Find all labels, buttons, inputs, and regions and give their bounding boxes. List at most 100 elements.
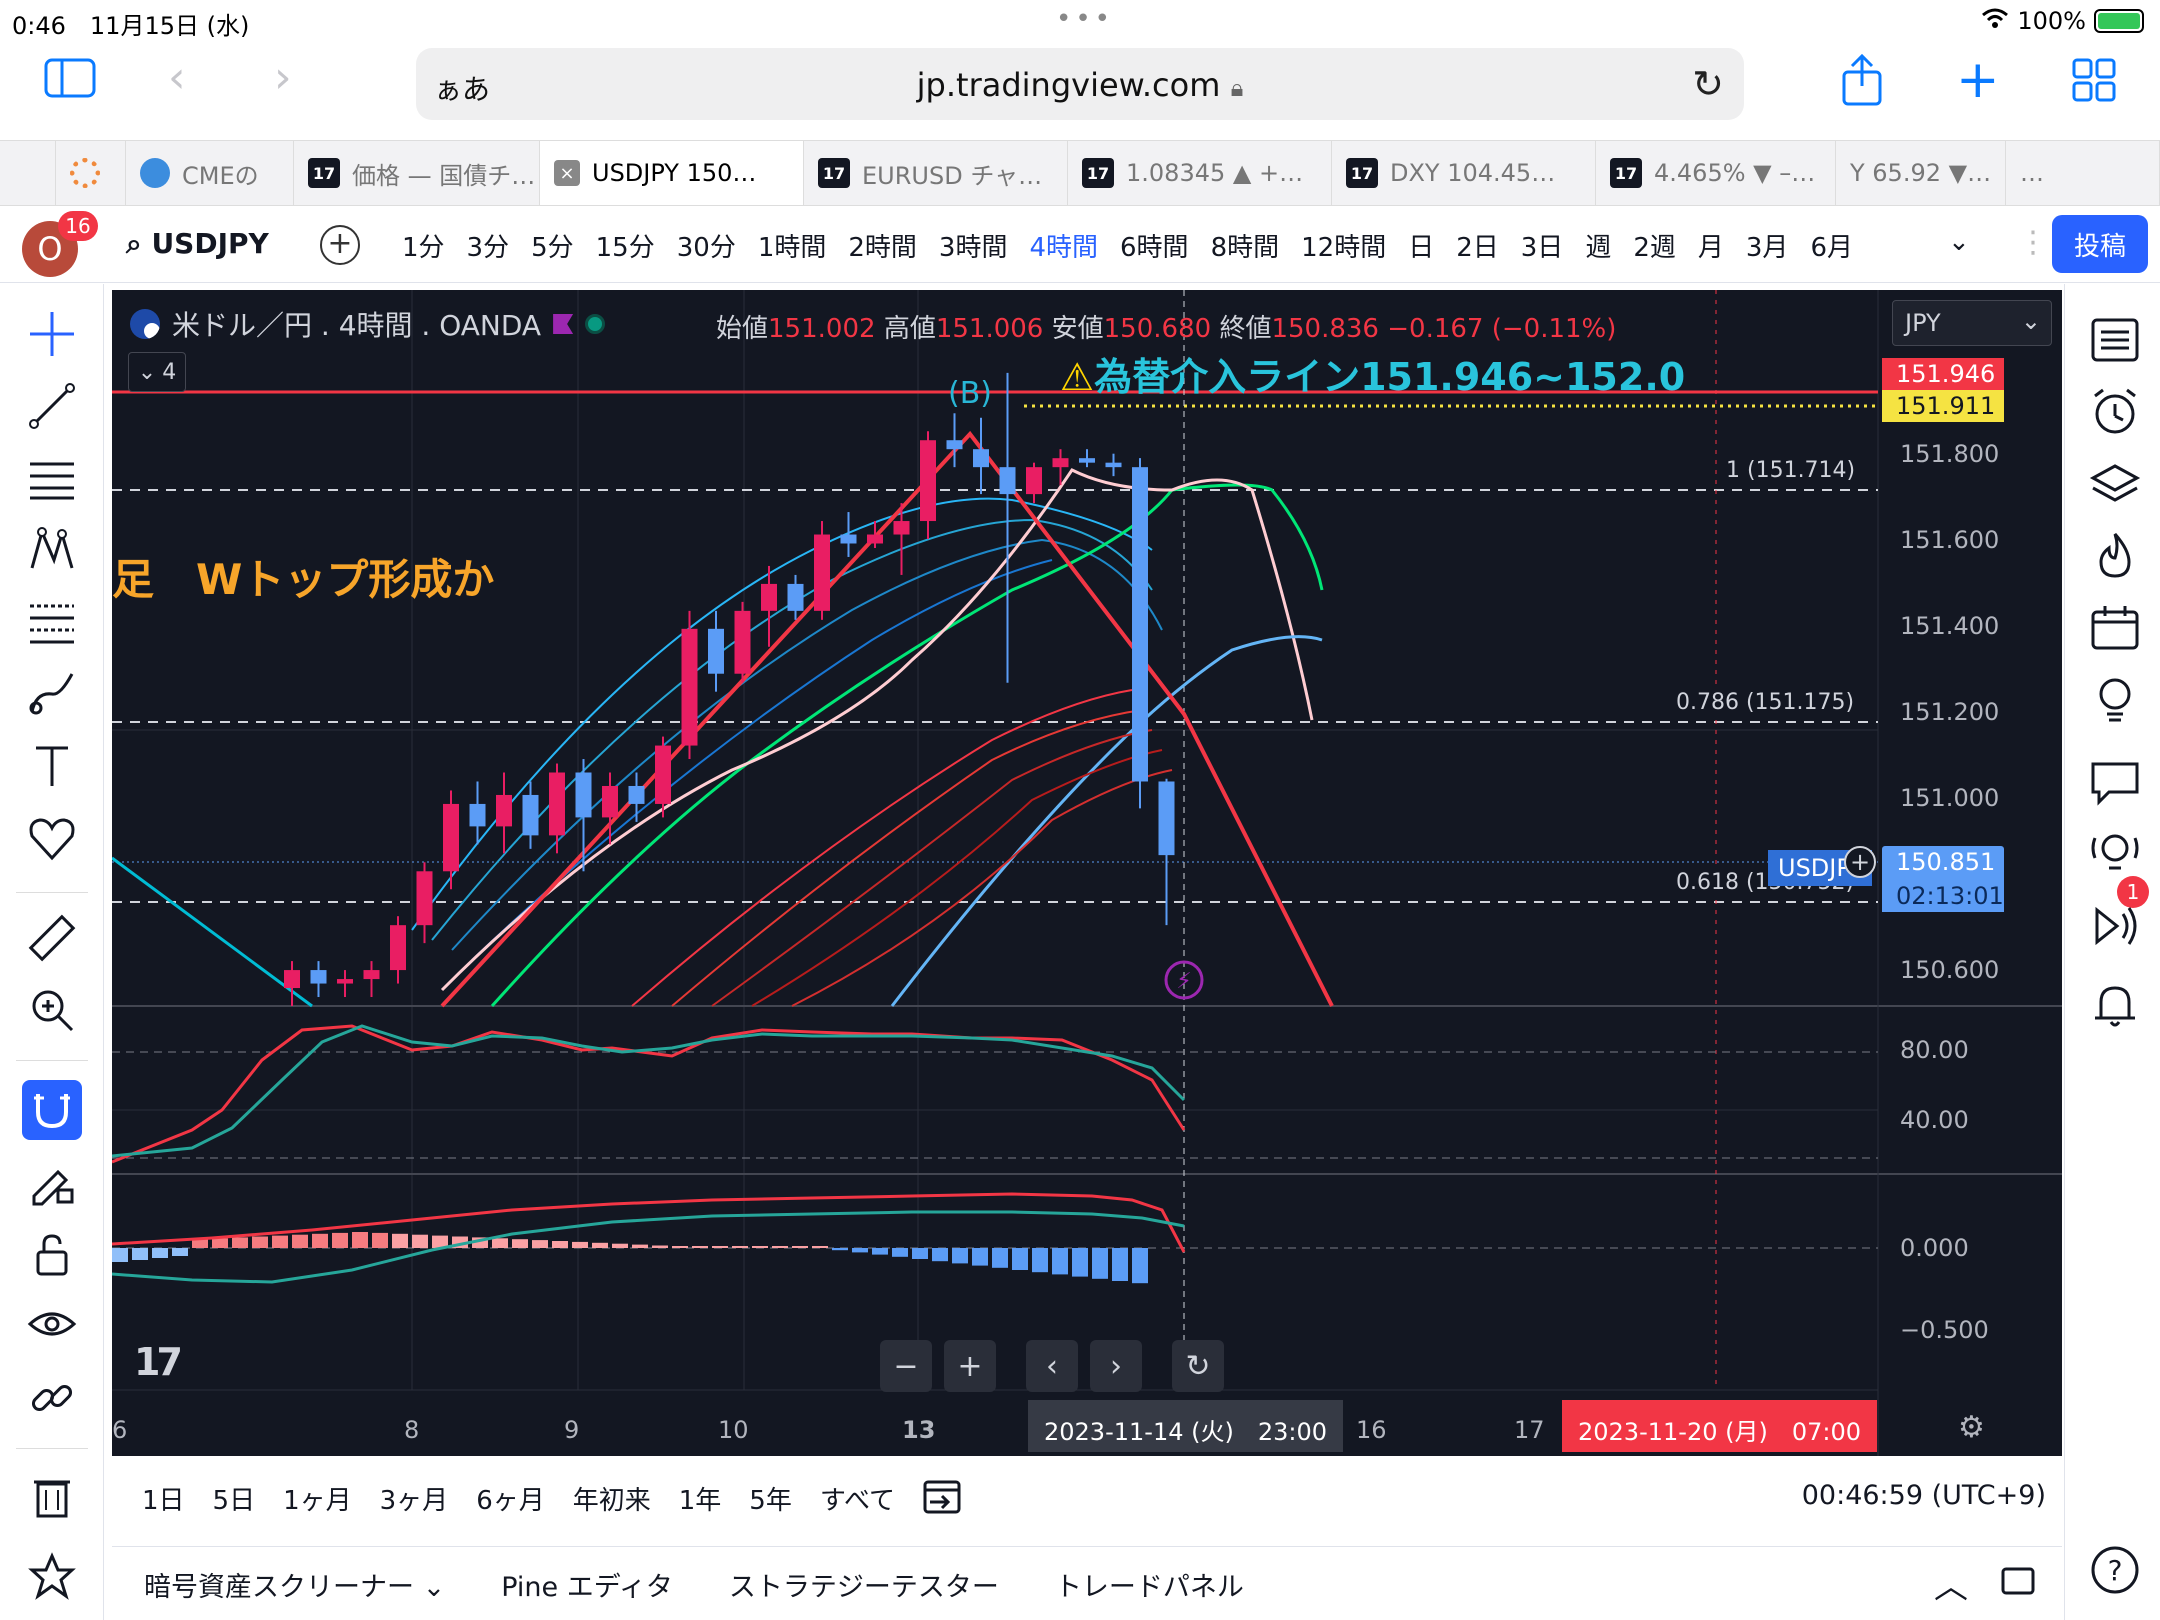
star-icon[interactable] xyxy=(22,1546,82,1606)
currency-select[interactable]: JPY ⌄ xyxy=(1892,300,2052,346)
streams-icon[interactable] xyxy=(2087,898,2143,954)
trash-icon[interactable] xyxy=(22,1466,82,1526)
interval-9[interactable]: 6時間 xyxy=(1120,227,1189,264)
brush-icon[interactable] xyxy=(22,664,82,724)
tab-overview-icon[interactable] xyxy=(2072,58,2116,113)
tab-y[interactable]: Y 65.92 ▼… xyxy=(1836,141,2006,205)
range-0[interactable]: 1日 xyxy=(142,1480,185,1517)
interval-11[interactable]: 12時間 xyxy=(1301,227,1386,264)
publish-button[interactable]: 投稿 xyxy=(2052,215,2148,273)
close-icon[interactable]: × xyxy=(554,160,580,186)
interval-0[interactable]: 1分 xyxy=(402,227,445,264)
interval-15[interactable]: 週 xyxy=(1585,227,1611,264)
interval-8[interactable]: 4時間 xyxy=(1029,227,1098,264)
help-icon[interactable]: ? xyxy=(2087,1542,2143,1598)
range-1[interactable]: 5日 xyxy=(213,1480,256,1517)
ruler-icon[interactable] xyxy=(22,908,82,968)
tab-usdjpy[interactable]: × USDJPY 150… xyxy=(540,141,804,205)
text-icon[interactable] xyxy=(22,736,82,796)
tab-strategy-tester[interactable]: ストラテジーテスター xyxy=(729,1565,999,1604)
chat-icon[interactable] xyxy=(2087,754,2143,810)
chevron-up-icon[interactable]: ︿ xyxy=(1934,1559,1968,1608)
zoom-in-icon[interactable] xyxy=(22,980,82,1040)
reload-icon[interactable]: ↻ xyxy=(1692,62,1724,106)
layers-icon[interactable] xyxy=(2087,456,2143,512)
add-alert-icon[interactable]: + xyxy=(1844,846,1876,878)
interval-17[interactable]: 月 xyxy=(1698,227,1724,264)
interval-6[interactable]: 2時間 xyxy=(848,227,917,264)
scroll-left-button[interactable]: ‹ xyxy=(1026,1340,1078,1392)
tab-cme[interactable]: CMEの xyxy=(126,141,294,205)
interval-14[interactable]: 3日 xyxy=(1521,227,1564,264)
url-bar[interactable]: ぁあ jp.tradingview.com 🔒︎ ↻ xyxy=(416,48,1744,120)
interval-2[interactable]: 5分 xyxy=(531,227,574,264)
range-3[interactable]: 3ヶ月 xyxy=(380,1480,449,1517)
maximize-panel-icon[interactable] xyxy=(2000,1563,2036,1603)
lock-drawings-icon[interactable] xyxy=(22,1152,82,1212)
calendar-icon[interactable] xyxy=(2087,600,2143,656)
ideas-stream-icon[interactable] xyxy=(2087,826,2143,882)
range-8[interactable]: すべて xyxy=(820,1480,895,1517)
parallel-lines-icon[interactable] xyxy=(22,448,82,508)
zoom-in-button[interactable]: + xyxy=(944,1340,996,1392)
zoom-out-button[interactable]: − xyxy=(880,1340,932,1392)
timezone-clock[interactable]: 00:46:59 (UTC+9) xyxy=(1802,1480,2046,1511)
chevron-down-icon[interactable]: ⌄ xyxy=(1948,227,1970,257)
lightbulb-icon[interactable] xyxy=(2087,672,2143,728)
range-4[interactable]: 6ヶ月 xyxy=(476,1480,545,1517)
interval-10[interactable]: 8時間 xyxy=(1211,227,1280,264)
interval-5[interactable]: 1時間 xyxy=(758,227,827,264)
crosshair-icon[interactable] xyxy=(22,304,82,364)
multitask-dots[interactable]: ••• xyxy=(1056,4,1114,34)
back-icon[interactable]: ‹ xyxy=(168,52,186,103)
tab-trade-panel[interactable]: トレードパネル xyxy=(1055,1565,1244,1604)
interval-12[interactable]: 日 xyxy=(1408,227,1434,264)
wave-b-label[interactable]: (B) xyxy=(948,376,992,411)
sidebar-icon[interactable] xyxy=(44,58,96,109)
tab-dxy[interactable]: 17 DXY 104.45… xyxy=(1332,141,1596,205)
tab-crypto-screener[interactable]: 暗号資産スクリーナー ⌄ xyxy=(144,1565,445,1604)
pattern-icon[interactable] xyxy=(22,520,82,580)
indicators-toggle[interactable]: ⌄ 4 xyxy=(128,352,186,392)
compare-symbol-button[interactable]: + xyxy=(320,225,360,265)
tab-pine-editor[interactable]: Pine エディタ xyxy=(501,1565,673,1604)
tab-yield[interactable]: 17 4.465% ▼ –… xyxy=(1596,141,1836,205)
interval-4[interactable]: 30分 xyxy=(677,227,736,264)
tab-more[interactable]: … xyxy=(2006,141,2160,205)
scroll-right-button[interactable]: › xyxy=(1090,1340,1142,1392)
symbol-search[interactable]: ⌕ USDJPY xyxy=(126,227,269,261)
watchlist-icon[interactable] xyxy=(2087,312,2143,368)
goto-date-icon[interactable] xyxy=(922,1476,962,1520)
chart-title[interactable]: 米ドル／円 . 4時間 . OANDA xyxy=(172,304,541,344)
heart-icon[interactable] xyxy=(22,808,82,868)
new-tab-icon[interactable]: + xyxy=(1956,50,2000,110)
interval-13[interactable]: 2日 xyxy=(1456,227,1499,264)
interval-3[interactable]: 15分 xyxy=(596,227,655,264)
interval-1[interactable]: 3分 xyxy=(467,227,510,264)
reset-chart-button[interactable]: ↻ xyxy=(1172,1340,1224,1392)
range-5[interactable]: 年初来 xyxy=(573,1480,651,1517)
range-2[interactable]: 1ヶ月 xyxy=(283,1480,352,1517)
link-icon[interactable] xyxy=(22,1368,82,1428)
flame-icon[interactable] xyxy=(2087,528,2143,584)
intervention-annotation[interactable]: ⚠︎為替介入ライン151.946~152.0 xyxy=(1060,346,1685,401)
interval-18[interactable]: 3月 xyxy=(1746,227,1789,264)
trendline-icon[interactable] xyxy=(22,376,82,436)
interval-16[interactable]: 2週 xyxy=(1633,227,1676,264)
bell-icon[interactable] xyxy=(2087,978,2143,1034)
alarm-clock-icon[interactable] xyxy=(2087,384,2143,440)
interval-7[interactable]: 3時間 xyxy=(939,227,1008,264)
w-top-annotation[interactable]: 足 Wトップ形成か xyxy=(112,546,494,607)
forward-icon[interactable]: › xyxy=(274,52,292,103)
tab-eurusd[interactable]: 17 EURUSD チャ… xyxy=(804,141,1068,205)
range-7[interactable]: 5年 xyxy=(749,1480,792,1517)
share-icon[interactable] xyxy=(1840,53,1884,117)
fib-icon[interactable] xyxy=(22,592,82,652)
unlock-icon[interactable] xyxy=(22,1224,82,1284)
tab-cme-icon-only[interactable] xyxy=(56,141,126,205)
magnet-icon[interactable] xyxy=(22,1080,82,1140)
tab-bonds[interactable]: 17 価格 — 国債チ… xyxy=(294,141,540,205)
range-6[interactable]: 1年 xyxy=(679,1480,722,1517)
chart-canvas[interactable]: ⚡︎ 米ドル／円 . 4時間 . OANDA 始値151.002 高値151.0… xyxy=(112,290,2062,1456)
interval-19[interactable]: 6月 xyxy=(1810,227,1853,264)
